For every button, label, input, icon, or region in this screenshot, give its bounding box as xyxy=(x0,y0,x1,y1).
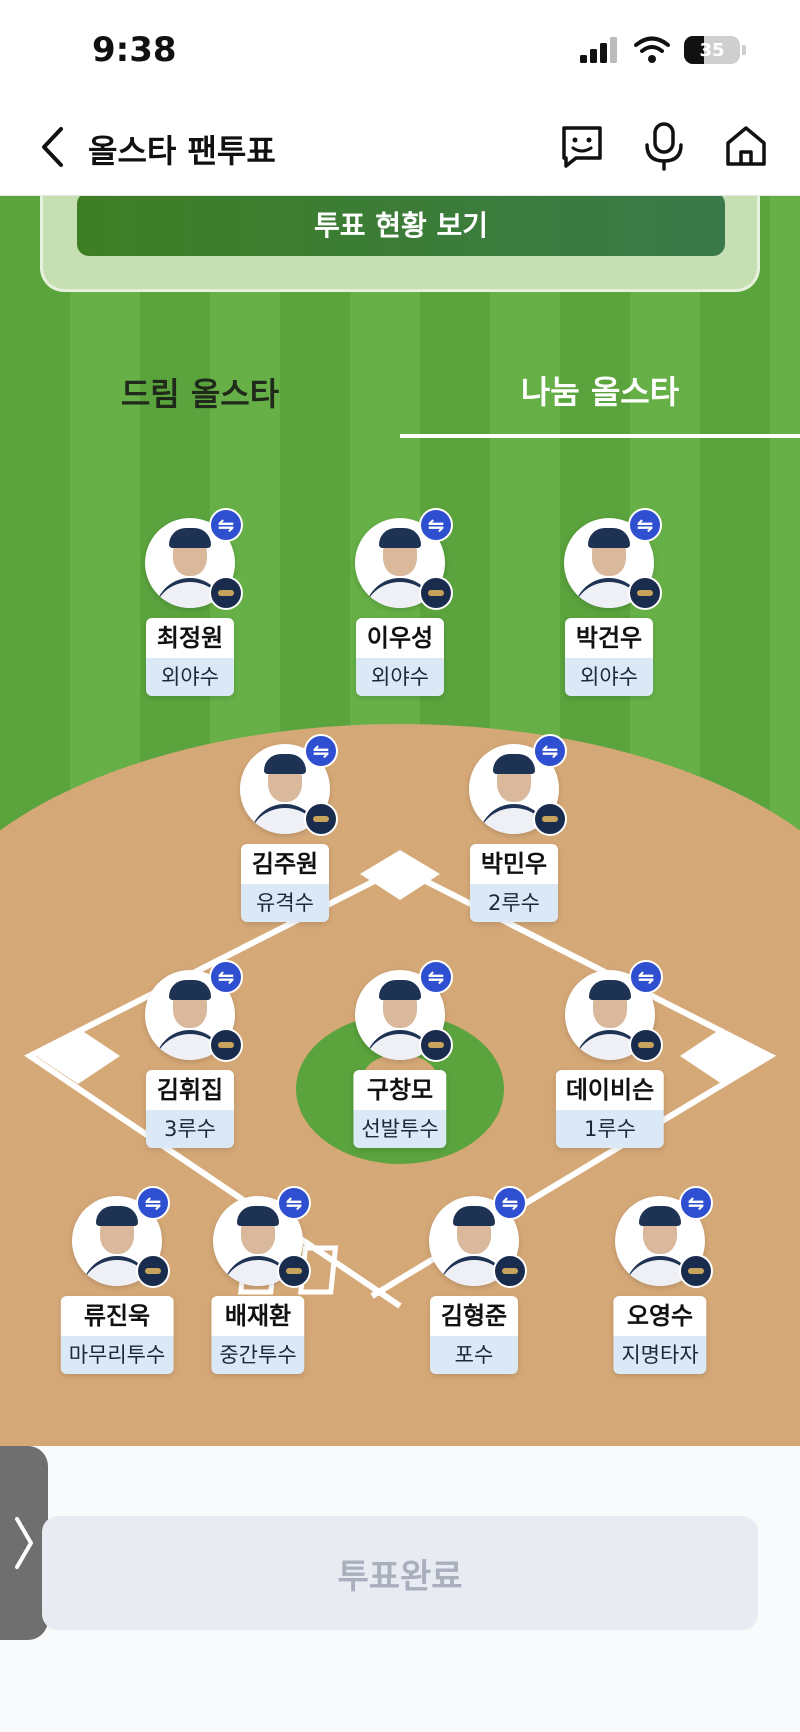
microphone-icon xyxy=(645,122,683,171)
team-logo-icon xyxy=(679,1254,713,1288)
status-bar: 9:38 35 xyxy=(0,0,800,100)
team-logo-icon xyxy=(419,576,453,610)
vote-complete-button[interactable]: 투표완료 xyxy=(42,1516,758,1630)
swap-icon[interactable]: ⇋ xyxy=(419,508,453,542)
team-logo-icon xyxy=(419,1028,453,1062)
swap-icon[interactable]: ⇋ xyxy=(629,960,663,994)
swap-icon[interactable]: ⇋ xyxy=(533,734,567,768)
swap-icon[interactable]: ⇋ xyxy=(209,960,243,994)
side-drawer-handle[interactable] xyxy=(0,1446,48,1640)
second-base xyxy=(360,850,440,900)
player-name: 박건우 xyxy=(565,618,653,658)
player-name: 구창모 xyxy=(353,1070,447,1110)
swap-icon[interactable]: ⇋ xyxy=(277,1186,311,1220)
player-label: 김주원 유격수 xyxy=(241,844,329,922)
player-label: 류진욱 마무리투수 xyxy=(60,1296,174,1374)
baseball-field: 투표 현황 보기 드림 올스타 나눔 올스타 ⇋ 최정원 외야수 ⇋ 이우성 외… xyxy=(0,196,800,1446)
team-logo-icon xyxy=(136,1254,170,1288)
nav-header: 올스타 팬투표 xyxy=(0,100,800,196)
battery-icon: 35 xyxy=(684,36,740,64)
player-label: 구창모 선발투수 xyxy=(353,1070,447,1148)
team-logo-icon xyxy=(493,1254,527,1288)
player-label: 김휘집 3루수 xyxy=(146,1070,234,1148)
third-base xyxy=(36,1028,120,1084)
player-position: 외야수 xyxy=(565,658,653,696)
team-logo-icon xyxy=(629,1028,663,1062)
player-photo-wrap: ⇋ xyxy=(469,734,567,836)
battery-tip xyxy=(742,45,746,55)
battery-level: 35 xyxy=(699,39,725,61)
player-position: 지명타자 xyxy=(613,1336,707,1374)
player-photo-wrap: ⇋ xyxy=(615,1186,713,1288)
cellular-signal-icon xyxy=(580,37,617,63)
player-label: 최정원 외야수 xyxy=(146,618,234,696)
chatbot-face-icon xyxy=(562,126,602,168)
chatbot-button[interactable] xyxy=(556,120,608,172)
player-label: 이우성 외야수 xyxy=(356,618,444,696)
voice-button[interactable] xyxy=(638,120,690,172)
player-position: 3루수 xyxy=(146,1110,234,1148)
player-name: 데이비슨 xyxy=(555,1070,665,1110)
back-button[interactable] xyxy=(32,122,72,172)
page-title: 올스타 팬투표 xyxy=(88,132,276,170)
chevron-left-icon xyxy=(42,127,63,167)
player-position: 유격수 xyxy=(241,884,329,922)
swap-icon[interactable]: ⇋ xyxy=(209,508,243,542)
player-name: 배재환 xyxy=(211,1296,305,1336)
player-photo-wrap: ⇋ xyxy=(564,508,662,610)
player-position: 2루수 xyxy=(470,884,558,922)
player-photo-wrap: ⇋ xyxy=(565,960,663,1062)
player-name: 김주원 xyxy=(241,844,329,884)
team-logo-icon xyxy=(277,1254,311,1288)
player-position: 포수 xyxy=(430,1336,518,1374)
team-logo-icon xyxy=(628,576,662,610)
player-position: 선발투수 xyxy=(353,1110,447,1148)
player-photo-wrap: ⇋ xyxy=(145,508,243,610)
player-position: 외야수 xyxy=(356,658,444,696)
swap-icon[interactable]: ⇋ xyxy=(419,960,453,994)
player-name: 김형준 xyxy=(430,1296,518,1336)
chevron-right-icon xyxy=(15,1517,33,1569)
player-label: 데이비슨 1루수 xyxy=(555,1070,665,1148)
team-logo-icon xyxy=(304,802,338,836)
team-logo-icon xyxy=(209,576,243,610)
swap-icon[interactable]: ⇋ xyxy=(493,1186,527,1220)
player-name: 박민우 xyxy=(470,844,558,884)
swap-icon[interactable]: ⇋ xyxy=(679,1186,713,1220)
swap-icon[interactable]: ⇋ xyxy=(304,734,338,768)
team-logo-icon xyxy=(209,1028,243,1062)
player-photo-wrap: ⇋ xyxy=(355,960,453,1062)
nav-actions xyxy=(556,120,772,172)
swap-icon[interactable]: ⇋ xyxy=(628,508,662,542)
player-label: 박민우 2루수 xyxy=(470,844,558,922)
player-label: 김형준 포수 xyxy=(430,1296,518,1374)
wifi-icon xyxy=(634,36,670,63)
status-icons: 35 xyxy=(580,36,746,64)
player-name: 김휘집 xyxy=(146,1070,234,1110)
player-photo-wrap: ⇋ xyxy=(72,1186,170,1288)
player-name: 오영수 xyxy=(613,1296,707,1336)
player-name: 이우성 xyxy=(356,618,444,658)
player-photo-wrap: ⇋ xyxy=(240,734,338,836)
home-icon xyxy=(726,126,766,166)
swap-icon[interactable]: ⇋ xyxy=(136,1186,170,1220)
player-photo-wrap: ⇋ xyxy=(145,960,243,1062)
player-position: 1루수 xyxy=(555,1110,665,1148)
player-label: 배재환 중간투수 xyxy=(211,1296,305,1374)
player-photo-wrap: ⇋ xyxy=(213,1186,311,1288)
home-button[interactable] xyxy=(720,120,772,172)
player-position: 외야수 xyxy=(146,658,234,696)
team-logo-icon xyxy=(533,802,567,836)
player-name: 류진욱 xyxy=(60,1296,174,1336)
player-label: 박건우 외야수 xyxy=(565,618,653,696)
player-photo-wrap: ⇋ xyxy=(355,508,453,610)
player-position: 마무리투수 xyxy=(60,1336,174,1374)
player-name: 최정원 xyxy=(146,618,234,658)
status-time: 9:38 xyxy=(92,30,177,70)
player-label: 오영수 지명타자 xyxy=(613,1296,707,1374)
player-position: 중간투수 xyxy=(211,1336,305,1374)
player-photo-wrap: ⇋ xyxy=(429,1186,527,1288)
first-base xyxy=(680,1028,764,1084)
